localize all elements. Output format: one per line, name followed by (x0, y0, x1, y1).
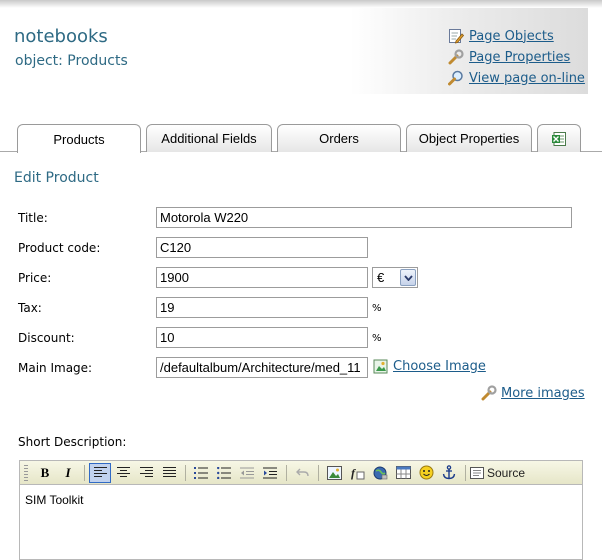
numbered-list-icon (194, 466, 208, 479)
product-code-label: Product code: (18, 241, 101, 255)
tab-products[interactable]: Products (17, 124, 141, 153)
tax-unit: % (372, 303, 382, 314)
tab-object-properties-label: Object Properties (418, 131, 520, 146)
align-center-button[interactable] (112, 463, 134, 483)
title-label: Title: (18, 211, 48, 225)
chevron-down-icon (400, 269, 416, 286)
price-label: Price: (18, 271, 52, 285)
editor-content[interactable]: SIM Toolkit (20, 485, 582, 515)
anchor-icon (442, 465, 456, 480)
page-links: Page Objects Page Properties View page o… (448, 26, 585, 89)
bold-icon: B (40, 464, 50, 480)
bold-button[interactable]: B (34, 463, 56, 483)
page-properties-link[interactable]: Page Properties (448, 47, 585, 67)
source-icon (470, 466, 484, 479)
table-icon (395, 466, 411, 479)
justify-button[interactable] (158, 463, 180, 483)
discount-input[interactable]: 10 (156, 327, 368, 348)
view-online-label: View page on-line (469, 70, 585, 86)
flash-icon: f (351, 466, 364, 480)
tab-additional-fields[interactable]: Additional Fields (146, 124, 272, 152)
outdent-icon (240, 467, 254, 478)
insert-flash-button[interactable]: f (346, 463, 368, 483)
price-input[interactable]: 1900 (156, 267, 368, 288)
section-title: Edit Product (14, 170, 99, 186)
insert-link-button[interactable] (369, 463, 391, 483)
main-image-input[interactable]: /defaultalbum/Architecture/med_11 (156, 357, 368, 378)
tab-orders[interactable]: Orders (277, 124, 401, 152)
toolbar-grip[interactable] (24, 464, 28, 481)
wrench-icon (481, 385, 497, 401)
insert-anchor-button[interactable] (438, 463, 460, 483)
align-center-icon (116, 467, 130, 477)
short-description-editor: B I f Source SIM Toolkit (19, 460, 583, 560)
top-shadow (0, 0, 602, 8)
short-description-label: Short Description: (18, 435, 127, 449)
choose-image-link[interactable]: Choose Image (373, 359, 486, 374)
page-properties-label: Page Properties (469, 49, 571, 65)
site-name: notebooks (14, 26, 108, 47)
tax-input[interactable]: 19 (156, 297, 368, 318)
globe-link-icon (373, 466, 387, 479)
tab-excel-export[interactable] (537, 124, 581, 152)
tab-object-properties[interactable]: Object Properties (406, 124, 532, 152)
bulleted-list-icon (217, 466, 231, 479)
title-input[interactable]: Motorola W220 (156, 207, 572, 228)
source-label: Source (487, 465, 526, 480)
product-code-input[interactable]: C120 (156, 237, 368, 258)
editor-toolbar: B I f Source (20, 461, 582, 485)
undo-button[interactable] (291, 463, 313, 483)
align-left-icon (93, 467, 107, 477)
justify-icon (162, 467, 176, 477)
smiley-icon (419, 465, 433, 480)
tab-bar: Products Additional Fields Orders Object… (0, 124, 602, 153)
more-images-link[interactable]: More images (481, 385, 585, 401)
page-objects-link[interactable]: Page Objects (448, 26, 585, 46)
currency-select[interactable]: € (372, 267, 418, 288)
magnifier-icon (448, 70, 463, 86)
insert-table-button[interactable] (392, 463, 414, 483)
page-objects-label: Page Objects (469, 28, 554, 44)
align-right-button[interactable] (135, 463, 157, 483)
tab-products-label: Products (53, 131, 105, 147)
image-icon (326, 465, 342, 480)
indent-icon (263, 467, 277, 478)
undo-icon (295, 468, 309, 477)
numbered-list-button[interactable] (190, 463, 212, 483)
discount-unit: % (372, 333, 382, 344)
italic-icon: I (65, 464, 71, 480)
choose-image-label: Choose Image (393, 359, 486, 374)
tax-label: Tax: (18, 301, 42, 315)
insert-image-button[interactable] (323, 463, 345, 483)
tab-additional-fields-label: Additional Fields (161, 131, 257, 146)
currency-value: € (377, 270, 385, 285)
object-subtitle: object: Products (15, 53, 128, 69)
align-left-button[interactable] (89, 462, 111, 483)
bulleted-list-button[interactable] (213, 463, 235, 483)
source-button[interactable]: Source (470, 466, 525, 480)
edit-page-icon (449, 29, 464, 44)
excel-icon (552, 131, 566, 146)
wrench-icon (448, 49, 464, 65)
outdent-button[interactable] (236, 463, 258, 483)
discount-label: Discount: (18, 331, 75, 345)
view-online-link[interactable]: View page on-line (448, 68, 585, 88)
tab-orders-label: Orders (319, 131, 359, 146)
main-image-label: Main Image: (18, 361, 93, 375)
align-right-icon (139, 467, 153, 477)
italic-button[interactable]: I (57, 463, 79, 483)
more-images-label: More images (501, 385, 585, 401)
insert-smiley-button[interactable] (415, 463, 437, 483)
image-picker-icon (373, 359, 388, 374)
indent-button[interactable] (259, 463, 281, 483)
svg-text:f: f (351, 466, 356, 480)
